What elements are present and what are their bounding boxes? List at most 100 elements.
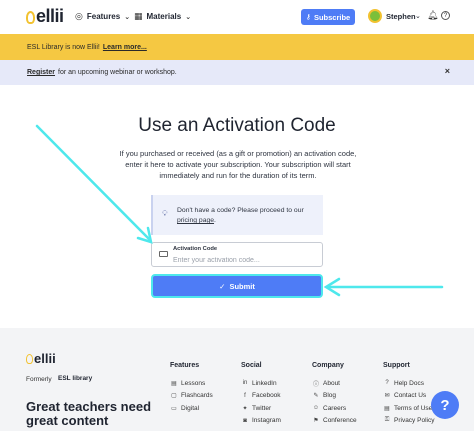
globe-icon: ◎	[75, 11, 83, 21]
footer-link-label: Digital	[181, 404, 200, 412]
subscribe-button[interactable]: ⚷ Subscribe	[301, 9, 355, 25]
footer-link-label: Instagram	[252, 417, 281, 425]
footer-link-careers[interactable]: ☺ Careers	[312, 402, 357, 415]
formerly-label: Formerly	[26, 376, 52, 383]
footer-link-privacy[interactable]: ⚿ Privacy Policy	[383, 415, 435, 428]
instagram-icon: ◙	[243, 417, 247, 424]
footer-link-linkedin[interactable]: in LinkedIn	[241, 377, 281, 390]
footer-link-help-docs[interactable]: ? Help Docs	[383, 377, 434, 390]
activation-code-field[interactable]: Activation Code	[151, 242, 323, 267]
footer-link-instagram[interactable]: ◙ Instagram	[241, 415, 281, 428]
document-icon: ▤	[384, 405, 390, 412]
rebrand-banner: ESL Library is now Ellii! Learn more...	[0, 34, 474, 60]
footer-link-label: Blog	[323, 392, 337, 400]
ellii-logo[interactable]: ellii	[26, 6, 64, 27]
footer-link-label: Terms of Use	[394, 404, 433, 412]
footer-link-digital[interactable]: ▭ Digital	[170, 402, 213, 415]
learn-more-link[interactable]: Learn more...	[103, 44, 147, 51]
activation-code-label: Activation Code	[173, 246, 218, 252]
chevron-down-icon: ⌄	[185, 13, 192, 21]
info-icon: ⓘ	[312, 381, 319, 388]
footer-link-contact-us[interactable]: ✉ Contact Us	[383, 390, 434, 403]
footer-link-blog[interactable]: ✎ Blog	[312, 390, 357, 403]
mail-icon: ✉	[384, 393, 390, 400]
lightbulb-icon	[26, 11, 35, 24]
help-icon: ?	[385, 380, 389, 387]
footer-link-label: Facebook	[252, 392, 281, 400]
ticket-icon	[159, 251, 168, 257]
rebrand-text: ESL Library is now Ellii!	[27, 43, 100, 51]
help-icon[interactable]: ?	[441, 11, 450, 20]
key-icon: ⚷	[305, 14, 311, 21]
webinar-text: for an upcoming webinar or workshop.	[58, 69, 177, 76]
register-link[interactable]: Register	[27, 69, 55, 76]
footer-link-label: Lessons	[181, 379, 206, 387]
screen-icon: ▭	[171, 405, 177, 412]
footer-link-about[interactable]: ⓘ About	[312, 377, 357, 390]
page-title: Use an Activation Code	[138, 115, 336, 136]
info-end: .	[214, 217, 216, 224]
footer-link-flashcards[interactable]: ▢ Flashcards	[170, 390, 213, 403]
nav-features-label: Features	[86, 12, 121, 21]
lightbulb-icon	[26, 353, 33, 364]
avatar[interactable]	[368, 9, 382, 23]
footer-tagline: Great teachers need great content	[26, 399, 152, 428]
close-icon[interactable]: ×	[445, 66, 450, 76]
submit-label: Submit	[229, 281, 255, 291]
footer-link-label: Contact Us	[394, 392, 427, 400]
top-header: ellii ◎ Features ⌄ ▦ Materials ⌄ ⚷ Subsc…	[0, 0, 474, 34]
footer-col-company: Company ⓘ About ✎ Blog ☺ Careers ⚑ Conferenc…	[312, 362, 357, 427]
footer-link-label: Twitter	[252, 404, 272, 412]
cards-icon: ▢	[171, 393, 177, 400]
footer-col-social: Social in LinkedIn f Facebook ✦ Twitter ◙ In…	[241, 362, 281, 427]
nav-materials[interactable]: ▦ Materials ⌄	[134, 11, 191, 22]
lightbulb-icon: 💡︎	[162, 209, 168, 218]
activation-code-input[interactable]	[173, 255, 318, 265]
subscribe-label: Subscribe	[313, 12, 351, 22]
footer-link-twitter[interactable]: ✦ Twitter	[241, 402, 281, 415]
blog-icon: ✎	[313, 393, 319, 400]
nav-materials-label: Materials	[146, 12, 182, 21]
footer-link-label: Careers	[323, 404, 347, 412]
footer-col-support: Support ? Help Docs ✉ Contact Us ▤ Terms of…	[383, 362, 434, 427]
arrow-to-code-field	[35, 124, 153, 244]
careers-icon: ☺	[312, 405, 320, 412]
footer-logo-text: ellii	[34, 351, 56, 366]
footer-col-features: Features ▤ Lessons ▢ Flashcards ▭ Digital	[170, 362, 213, 415]
bell-icon[interactable]: 🔔︎	[427, 10, 438, 21]
logo-text: ellii	[36, 6, 64, 26]
pricing-page-link[interactable]: pricing page	[177, 217, 214, 224]
footer-link-label: Help Docs	[394, 379, 424, 387]
footer-link-label: Conference	[323, 417, 357, 425]
footer-link-label: Flashcards	[181, 392, 213, 400]
webinar-banner: Register for an upcoming webinar or work…	[0, 60, 474, 85]
footer-logo[interactable]: ellii	[26, 351, 56, 366]
grid-icon: ▦	[134, 11, 143, 21]
footer-col-title: Features	[170, 362, 200, 369]
footer-col-title: Company	[312, 362, 344, 369]
footer-col-title: Social	[241, 362, 262, 369]
linkedin-icon: in	[242, 380, 248, 387]
footer-link-conference[interactable]: ⚑ Conference	[312, 415, 357, 428]
footer-col-title: Support	[383, 362, 410, 369]
lock-icon: ⚿	[384, 417, 390, 424]
help-chat-button[interactable]: ?	[431, 391, 459, 419]
chevron-down-icon[interactable]: ⌄	[415, 12, 421, 20]
book-icon: ▤	[171, 380, 177, 387]
nav-features[interactable]: ◎ Features ⌄	[75, 11, 130, 22]
footer-link-label: Privacy Policy	[394, 417, 435, 425]
chevron-down-icon: ⌄	[124, 13, 131, 21]
facebook-icon: f	[244, 392, 246, 399]
user-name[interactable]: Stephen	[386, 12, 416, 21]
footer: ellii Formerly ESL library Great teacher…	[0, 328, 474, 431]
info-message: Don't have a code? Please proceed to our	[177, 207, 304, 214]
info-text: Don't have a code? Please proceed to our…	[177, 206, 317, 226]
footer-link-facebook[interactable]: f Facebook	[241, 390, 281, 403]
esl-library-brand: ESL library	[58, 375, 93, 382]
page-description: If you purchased or received (as a gift …	[119, 149, 357, 180]
footer-link-lessons[interactable]: ▤ Lessons	[170, 377, 213, 390]
submit-button[interactable]: ✓ Submit	[151, 274, 323, 298]
footer-link-terms[interactable]: ▤ Terms of Use	[383, 402, 434, 415]
twitter-icon: ✦	[242, 405, 248, 412]
footer-link-label: About	[323, 379, 340, 387]
